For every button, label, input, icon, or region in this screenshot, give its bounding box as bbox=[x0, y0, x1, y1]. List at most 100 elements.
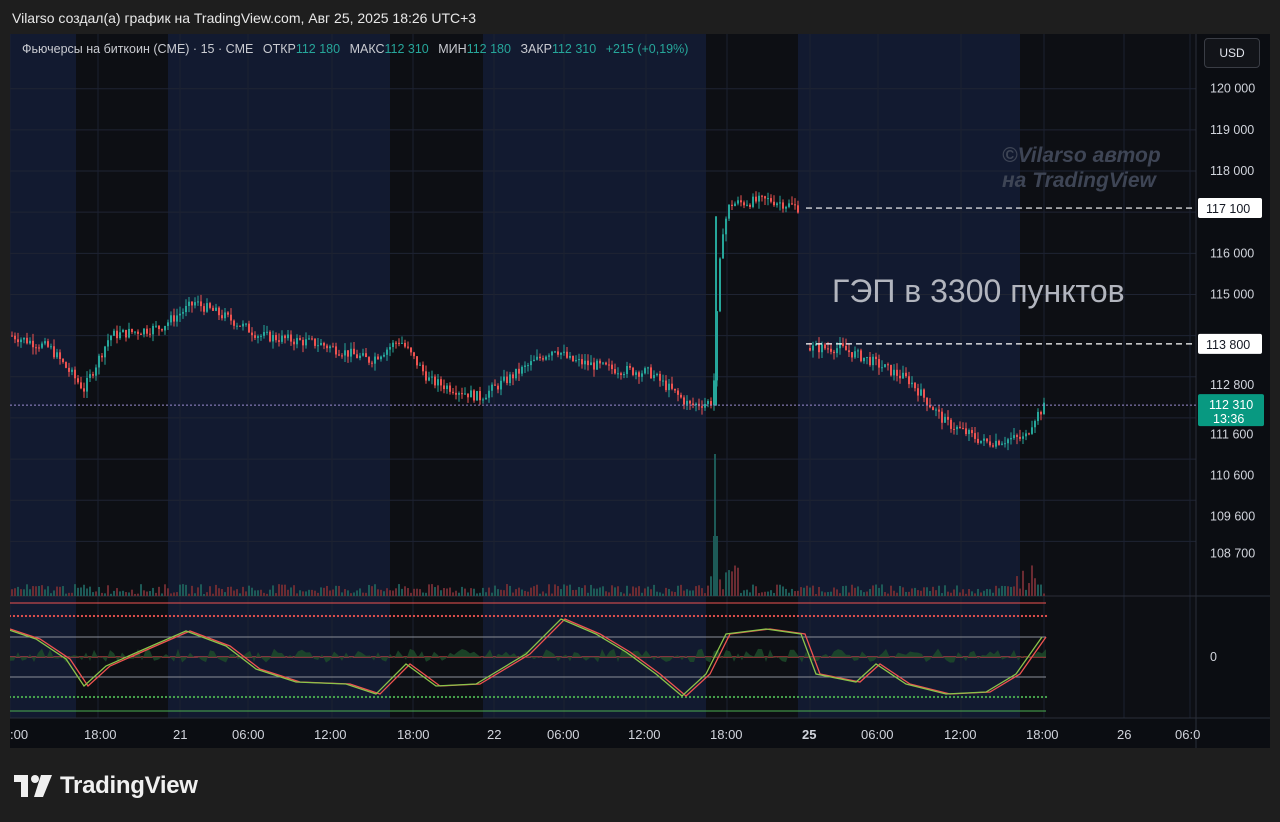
volume-bar bbox=[839, 593, 841, 596]
candle-body bbox=[251, 332, 253, 336]
osc-dot-red bbox=[128, 614, 132, 618]
osc-dot-green bbox=[376, 695, 380, 699]
candle-body bbox=[593, 362, 595, 370]
volume-bar bbox=[623, 593, 625, 596]
volume-bar bbox=[260, 589, 262, 596]
volume-bar bbox=[431, 584, 433, 596]
volume-bar bbox=[338, 585, 340, 596]
currency-button[interactable]: USD bbox=[1204, 38, 1260, 68]
osc-dot-green bbox=[996, 695, 1000, 699]
osc-dot-green bbox=[184, 695, 188, 699]
volume-bar bbox=[527, 591, 529, 596]
chart-area[interactable]: ГЭП в 3300 пунктов ©Vilarso автор на Tradi… bbox=[10, 34, 1270, 748]
volume-bar bbox=[134, 593, 136, 596]
candle-body bbox=[377, 356, 379, 360]
osc-dot-green bbox=[816, 695, 820, 699]
candle-body bbox=[749, 204, 751, 207]
osc-dot-red bbox=[16, 614, 20, 618]
volume-bar bbox=[977, 588, 979, 596]
osc-dot-red bbox=[108, 614, 112, 618]
osc-dot-green bbox=[572, 695, 576, 699]
candle-body bbox=[950, 419, 952, 429]
bar-countdown-label: 13:36 bbox=[1213, 412, 1244, 426]
volume-bar bbox=[44, 589, 46, 596]
osc-dot-green bbox=[756, 695, 760, 699]
osc-dot-red bbox=[708, 614, 712, 618]
volume-bar bbox=[329, 590, 331, 596]
candle-body bbox=[551, 351, 553, 356]
candle-body bbox=[602, 362, 604, 364]
osc-dot-green bbox=[576, 695, 580, 699]
candle-body bbox=[137, 331, 139, 334]
osc-dot-green bbox=[1032, 695, 1036, 699]
osc-dot-green bbox=[1016, 695, 1020, 699]
candle-body bbox=[149, 333, 151, 335]
candle-body bbox=[611, 364, 613, 370]
candle-body bbox=[23, 337, 25, 340]
watermark-line-2: на TradingView bbox=[1002, 169, 1158, 192]
volume-bar bbox=[287, 589, 289, 596]
candle-body bbox=[776, 203, 778, 206]
osc-dot-red bbox=[724, 614, 728, 618]
osc-dot-red bbox=[148, 614, 152, 618]
volume-bar bbox=[242, 586, 244, 596]
candle-body bbox=[569, 355, 571, 358]
volume-bar bbox=[581, 587, 583, 596]
osc-dot-green bbox=[256, 695, 260, 699]
volume-bar bbox=[647, 586, 649, 596]
volume-bar bbox=[701, 588, 703, 596]
osc-dot-red bbox=[548, 614, 552, 618]
candle-body bbox=[302, 339, 304, 346]
tradingview-brand[interactable]: TradingView bbox=[14, 772, 198, 800]
osc-dot-red bbox=[772, 614, 776, 618]
candle-body bbox=[905, 372, 907, 377]
osc-dot-red bbox=[36, 614, 40, 618]
candle-body bbox=[767, 198, 769, 200]
osc-dot-green bbox=[664, 695, 668, 699]
volume-bar bbox=[575, 589, 577, 596]
candle-body bbox=[98, 355, 100, 368]
osc-dot-red bbox=[1032, 614, 1036, 618]
volume-bar bbox=[884, 592, 886, 596]
candle-body bbox=[524, 365, 526, 367]
osc-dot-green bbox=[76, 695, 80, 699]
osc-dot-green bbox=[420, 695, 424, 699]
symbol-name[interactable]: Фьючерсы на биткоин (CME) · 15 · CME bbox=[22, 42, 253, 56]
volume-bar bbox=[95, 591, 97, 596]
candle-body bbox=[479, 391, 481, 401]
osc-dot-red bbox=[336, 614, 340, 618]
candle-body bbox=[938, 409, 940, 412]
candle-body bbox=[125, 329, 127, 338]
volume-bar bbox=[458, 592, 460, 596]
osc-dot-red bbox=[456, 614, 460, 618]
osc-dot-red bbox=[652, 614, 656, 618]
candle-body bbox=[83, 388, 85, 392]
time-tick-label: 12:00 bbox=[314, 727, 347, 742]
osc-dot-green bbox=[360, 695, 364, 699]
osc-dot-red bbox=[48, 614, 52, 618]
price-chart[interactable]: ГЭП в 3300 пунктов ©Vilarso авторна Tradi… bbox=[10, 34, 1270, 748]
candle-body bbox=[635, 372, 637, 375]
osc-dot-red bbox=[808, 614, 812, 618]
osc-dot-red bbox=[972, 614, 976, 618]
volume-bar bbox=[596, 588, 598, 596]
volume-bar bbox=[590, 584, 592, 596]
candle-body bbox=[1034, 421, 1036, 428]
osc-dot-green bbox=[644, 695, 648, 699]
osc-dot-green bbox=[960, 695, 964, 699]
osc-dot-green bbox=[980, 695, 984, 699]
osc-dot-red bbox=[608, 614, 612, 618]
candle-body bbox=[281, 335, 283, 342]
candle-body bbox=[128, 328, 130, 338]
volume-bar bbox=[254, 590, 256, 596]
symbol-legend: Фьючерсы на биткоин (CME) · 15 · CME ОТК… bbox=[22, 42, 688, 56]
osc-dot-green bbox=[508, 695, 512, 699]
candle-body bbox=[620, 373, 622, 375]
osc-dot-red bbox=[836, 614, 840, 618]
candle-body bbox=[998, 440, 1000, 445]
candle-body bbox=[518, 368, 520, 374]
volume-bar bbox=[59, 586, 61, 596]
candle-body bbox=[902, 372, 904, 379]
osc-dot-red bbox=[224, 614, 228, 618]
osc-dot-green bbox=[436, 695, 440, 699]
